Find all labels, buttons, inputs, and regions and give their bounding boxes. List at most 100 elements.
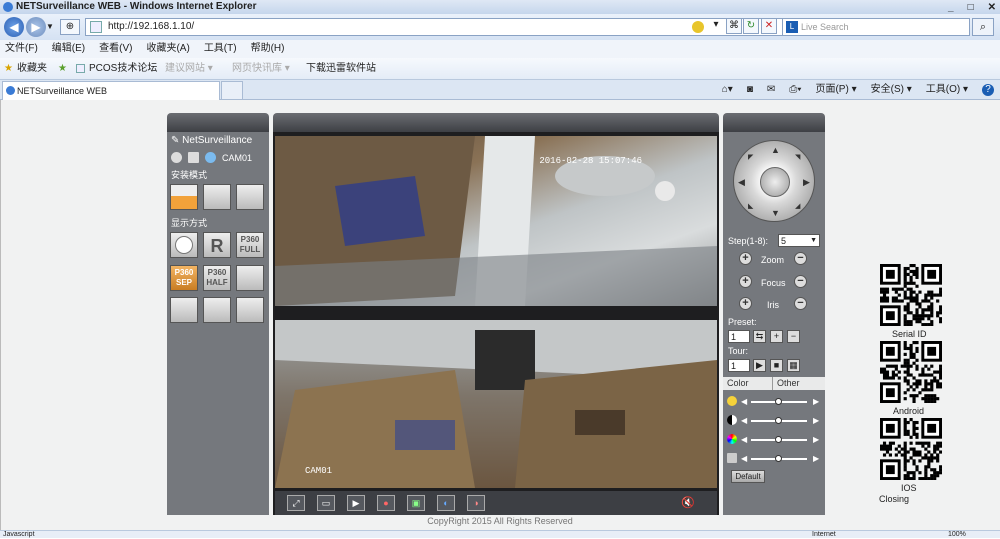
ptz-up-left-icon[interactable]: ◤ — [748, 153, 753, 161]
preset-add-button[interactable]: + — [770, 330, 783, 343]
ptz-left-icon[interactable]: ◀ — [738, 177, 745, 188]
ptz-direction-pad[interactable]: ▲ ▼ ◀ ▶ ◤ ◥ ◣ ◢ — [733, 140, 815, 222]
compatibility-icon[interactable]: ⌘ — [726, 18, 742, 34]
focus-out-button[interactable]: − — [794, 275, 807, 288]
increase-icon[interactable]: ▶ — [813, 416, 819, 425]
compat-view-icon[interactable] — [692, 21, 704, 33]
mode-grid-button[interactable] — [236, 297, 264, 323]
playback-icon[interactable]: ▶ — [347, 495, 365, 511]
preset-goto-button[interactable]: ⇆ — [753, 330, 766, 343]
stop-record-icon[interactable] — [171, 152, 182, 163]
decrease-icon[interactable]: ◀ — [741, 397, 747, 406]
closing-link[interactable]: Closing — [879, 494, 909, 504]
mount-desk-button[interactable] — [203, 184, 231, 210]
fav-item-pcos[interactable]: PCOS技术论坛 — [89, 58, 157, 80]
mode-p360-sep-button[interactable]: P360 SEP — [170, 265, 198, 291]
ptz-up-icon[interactable]: ▲ — [771, 145, 780, 155]
history-dropdown-icon[interactable]: ▼ — [46, 22, 54, 31]
preset-remove-button[interactable]: − — [787, 330, 800, 343]
ptz-right-icon[interactable]: ▶ — [803, 177, 810, 188]
url-input[interactable]: http://192.168.1.10/ — [85, 18, 785, 36]
add-favorite-icon[interactable]: ★ — [58, 58, 67, 80]
menu-tools[interactable]: 工具(T) — [204, 40, 237, 58]
tab-netsurveillance[interactable]: NETSurveillance WEB — [2, 81, 220, 100]
talk-icon[interactable]: ◐ — [437, 495, 455, 511]
forward-button[interactable]: ▶ — [26, 17, 46, 37]
preset-input[interactable]: 1 — [728, 330, 750, 343]
fav-item-xunlei[interactable]: 下载迅雷软件站 — [306, 58, 376, 80]
focus-in-button[interactable]: + — [739, 275, 752, 288]
video-view-bottom[interactable]: CAM01 — [275, 320, 717, 488]
minimize-icon[interactable]: _ — [948, 1, 954, 15]
ptz-up-right-icon[interactable]: ◥ — [795, 153, 800, 161]
step-select[interactable]: 5 ▼ — [778, 234, 820, 247]
menu-help[interactable]: 帮助(H) — [251, 40, 285, 58]
new-tab-button[interactable] — [221, 81, 243, 100]
mode-fisheye-button[interactable] — [170, 232, 198, 258]
mode-1-plus-r-button[interactable] — [236, 265, 264, 291]
default-button[interactable]: Default — [731, 470, 765, 483]
brightness-slider[interactable]: ◀ ▶ — [727, 396, 821, 408]
window-icon[interactable]: ▭ — [317, 495, 335, 511]
fav-item-suggested[interactable]: 建议网站 ▾ — [165, 58, 213, 80]
fullscreen-icon[interactable]: ⤢ — [287, 495, 305, 511]
contrast-slider[interactable]: ◀ ▶ — [727, 415, 821, 427]
tab-color[interactable]: Color — [723, 377, 773, 390]
tools-menu[interactable]: 工具(O) ▾ — [926, 82, 968, 98]
slider-knob[interactable] — [775, 455, 782, 462]
fav-item-webslice[interactable]: 网页快讯库 ▾ — [232, 58, 290, 80]
stop-talk-icon[interactable]: ◑ — [467, 495, 485, 511]
mode-p360-full-button[interactable]: P360 FULL — [236, 232, 264, 258]
search-input[interactable]: L Live Search — [782, 18, 970, 36]
menu-edit[interactable]: 编辑(E) — [52, 40, 85, 58]
slider-knob[interactable] — [775, 417, 782, 424]
tour-input[interactable]: 1 — [728, 359, 750, 372]
saturation-slider[interactable]: ◀ ▶ — [727, 434, 821, 446]
refresh-icon[interactable]: ↻ — [743, 18, 759, 34]
mode-4-view-button[interactable] — [203, 297, 231, 323]
zoom-in-button[interactable]: + — [739, 252, 752, 265]
mode-2-view-button[interactable] — [170, 297, 198, 323]
tour-stop-button[interactable]: ■ — [770, 359, 783, 372]
decrease-icon[interactable]: ◀ — [741, 454, 747, 463]
slider-knob[interactable] — [775, 436, 782, 443]
mode-p360-half-button[interactable]: P360 HALF — [203, 265, 231, 291]
help-icon[interactable]: ? — [982, 84, 994, 96]
favorites-star-icon[interactable]: ★ — [4, 58, 13, 80]
ie-compat-icon[interactable]: ⊕ — [60, 19, 80, 35]
menu-file[interactable]: 文件(F) — [5, 40, 38, 58]
mode-r-button[interactable]: R — [203, 232, 231, 258]
decrease-icon[interactable]: ◀ — [741, 416, 747, 425]
safety-menu[interactable]: 安全(S) ▾ — [871, 82, 912, 98]
search-button[interactable]: ⌕ — [972, 18, 994, 36]
snapshot-icon[interactable]: ▣ — [407, 495, 425, 511]
url-dropdown-icon[interactable]: ▾ — [708, 18, 724, 34]
menu-view[interactable]: 查看(V) — [99, 40, 132, 58]
stop-icon[interactable]: ✕ — [761, 18, 777, 34]
decrease-icon[interactable]: ◀ — [741, 435, 747, 444]
tab-other[interactable]: Other — [773, 377, 825, 390]
tour-play-button[interactable]: ▶ — [753, 359, 766, 372]
mount-ceiling-button[interactable] — [170, 184, 198, 210]
page-menu[interactable]: 页面(P) ▾ — [815, 82, 856, 98]
close-icon[interactable]: ✕ — [988, 1, 996, 15]
increase-icon[interactable]: ▶ — [813, 454, 819, 463]
mute-icon[interactable]: 🔇 — [681, 496, 695, 509]
print-icon[interactable]: ⎙▾ — [789, 82, 801, 98]
slider-knob[interactable] — [775, 398, 782, 405]
record-icon[interactable]: ● — [377, 495, 395, 511]
maximize-icon[interactable]: □ — [968, 1, 974, 15]
camera-select-icon[interactable] — [205, 152, 216, 163]
iris-close-button[interactable]: − — [794, 297, 807, 310]
zoom-out-button[interactable]: − — [794, 252, 807, 265]
mount-wall-button[interactable] — [236, 184, 264, 210]
play-icon[interactable] — [188, 152, 199, 163]
ptz-down-right-icon[interactable]: ◢ — [795, 202, 800, 210]
tour-grid-button[interactable]: ▦ — [787, 359, 800, 372]
ptz-down-left-icon[interactable]: ◣ — [748, 202, 753, 210]
home-icon[interactable]: ⌂▾ — [722, 82, 733, 98]
ptz-down-icon[interactable]: ▼ — [771, 208, 780, 218]
ptz-center-button[interactable] — [760, 167, 790, 197]
hue-slider[interactable]: ◀ ▶ — [727, 453, 821, 465]
increase-icon[interactable]: ▶ — [813, 397, 819, 406]
